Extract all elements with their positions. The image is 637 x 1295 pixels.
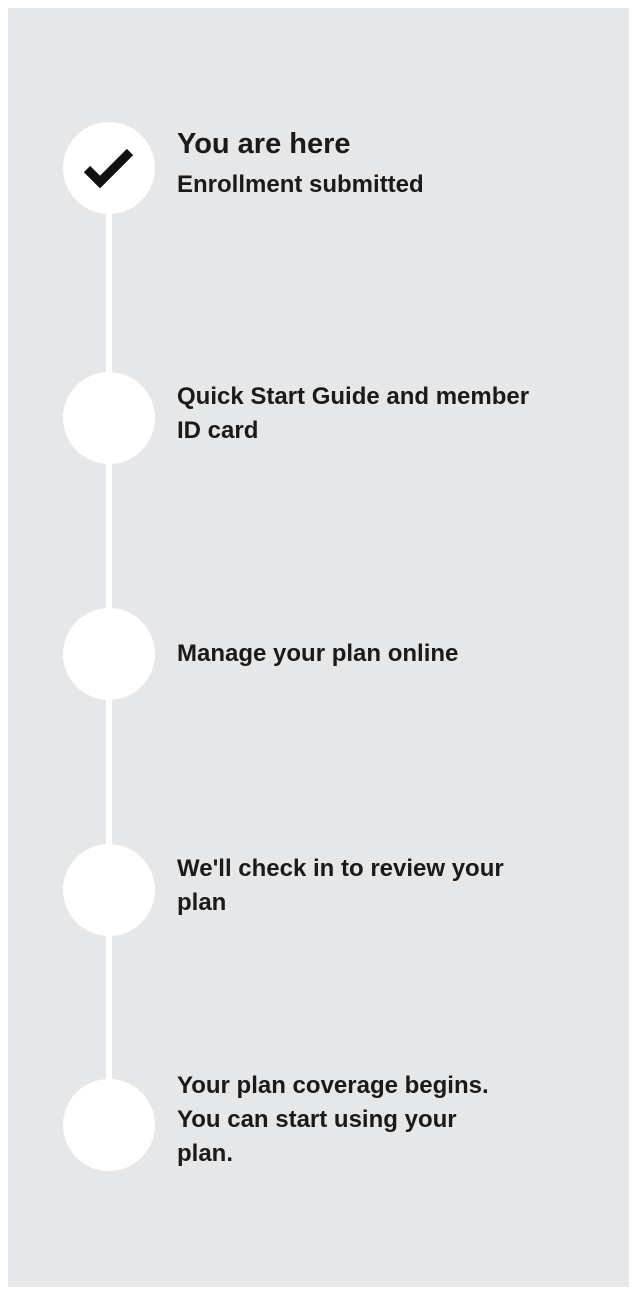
current-step-heading: You are here xyxy=(177,128,351,160)
step-label: Quick Start Guide and member ID card xyxy=(177,383,530,444)
step-label: Your plan coverage begins. You can start… xyxy=(177,1072,489,1167)
step-marker xyxy=(63,1079,155,1171)
step-label: Enrollment submitted xyxy=(177,171,424,198)
step-marker xyxy=(63,608,155,700)
step-label: We'll check in to review your plan xyxy=(177,855,504,916)
step-marker-complete xyxy=(63,122,155,214)
checkmark-icon xyxy=(84,148,134,188)
step-label: Manage your plan online xyxy=(177,640,459,667)
step-marker xyxy=(63,372,155,464)
enrollment-progress-panel: You are here Enrollment submitted Quick … xyxy=(8,8,629,1287)
step-marker xyxy=(63,844,155,936)
